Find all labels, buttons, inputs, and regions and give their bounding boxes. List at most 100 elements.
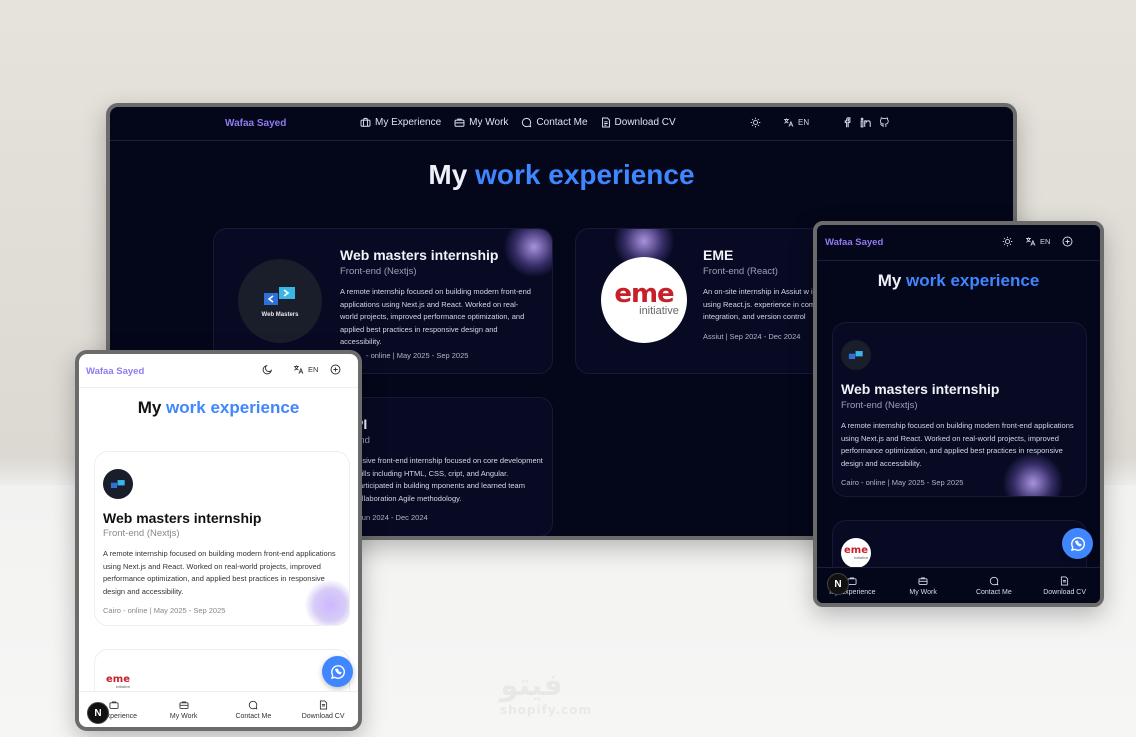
bottom-nav-label: My Work bbox=[169, 712, 198, 720]
bag-icon bbox=[454, 117, 465, 128]
top-navbar: Wafaa Sayed My Experience My Work Contac… bbox=[110, 107, 1013, 141]
github-icon[interactable] bbox=[879, 117, 890, 128]
nav-download-cv[interactable]: Download CV bbox=[601, 117, 676, 128]
whatsapp-button[interactable] bbox=[1062, 528, 1093, 559]
nav-my-work[interactable]: My Work bbox=[454, 117, 508, 128]
card-description: A remote internship focused on building … bbox=[103, 549, 336, 596]
title-lead: My bbox=[137, 398, 162, 417]
eme-logo: eme initiative bbox=[841, 538, 871, 568]
webmasters-logo-icon bbox=[110, 479, 125, 488]
nextjs-badge[interactable]: N bbox=[87, 702, 109, 724]
moon-icon[interactable] bbox=[262, 364, 273, 375]
brand-logo[interactable]: Wafaa Sayed bbox=[86, 366, 144, 377]
bottom-nav-label: Contact Me bbox=[235, 712, 272, 720]
bottom-navbar: My Experience My Work Contact Me Downloa… bbox=[79, 691, 358, 727]
sun-icon[interactable] bbox=[1002, 236, 1013, 247]
webmasters-logo-icon bbox=[848, 350, 863, 359]
card-role: Front-end (Nextjs) bbox=[841, 400, 918, 411]
card-role: Front-end (Nextjs) bbox=[340, 266, 417, 277]
linkedin-icon[interactable] bbox=[860, 117, 871, 128]
page-title: My work experience bbox=[79, 398, 358, 418]
bottom-nav-label: Contact Me bbox=[975, 588, 1012, 596]
card-description: A remote internship focused on building … bbox=[340, 287, 531, 346]
chat-icon bbox=[989, 576, 999, 586]
experience-card-iti[interactable]: PI end ensive front-end internship focus… bbox=[345, 397, 553, 536]
brand-logo[interactable]: Wafaa Sayed bbox=[225, 118, 286, 129]
bottom-nav-label: Download CV bbox=[1043, 588, 1087, 596]
phone-screen: Wafaa Sayed EN My work experience Web ma… bbox=[75, 350, 362, 731]
plus-circle-icon[interactable] bbox=[330, 364, 341, 375]
document-icon bbox=[1060, 576, 1069, 586]
experience-card-webmasters[interactable]: Web masters internship Front-end (Nextjs… bbox=[94, 451, 350, 626]
sun-icon[interactable] bbox=[750, 117, 761, 128]
card-meta: Cairo - online | May 2025 - Sep 2025 bbox=[841, 478, 964, 487]
page-title: My work experience bbox=[817, 271, 1100, 291]
card-title: Web masters internship bbox=[340, 247, 499, 263]
page-title: My work experience bbox=[110, 159, 1013, 191]
nextjs-badge[interactable]: N bbox=[827, 573, 849, 595]
whatsapp-icon bbox=[330, 664, 346, 680]
card-body: Web masters internship Front-end (Nextjs… bbox=[340, 247, 535, 349]
webmasters-logo-icon bbox=[264, 286, 295, 305]
nav-tools: EN bbox=[1002, 236, 1073, 247]
bottom-nav-download-cv[interactable]: Download CV bbox=[291, 700, 355, 720]
facebook-icon[interactable] bbox=[842, 117, 852, 128]
card-meta: | Jun 2024 - Dec 2024 bbox=[354, 513, 428, 522]
social-links bbox=[842, 117, 890, 128]
title-lead: My bbox=[877, 271, 902, 290]
brand-logo[interactable]: Wafaa Sayed bbox=[825, 237, 883, 248]
card-title: Web masters internship bbox=[103, 510, 262, 526]
eme-logo-text: eme bbox=[106, 674, 130, 685]
webmasters-logo: Web Masters bbox=[238, 259, 322, 343]
nav-label: My Work bbox=[469, 117, 509, 128]
nav-menu: My Experience My Work Contact Me Downloa… bbox=[360, 117, 676, 128]
bottom-nav-label: My Work bbox=[909, 588, 937, 596]
language-switcher[interactable]: EN bbox=[783, 117, 809, 128]
bottom-nav-download-cv[interactable]: Download CV bbox=[1033, 576, 1097, 596]
experience-card-webmasters[interactable]: Web masters internship Front-end (Nextjs… bbox=[832, 322, 1087, 497]
translate-icon bbox=[293, 364, 304, 375]
eme-logo-text: eme bbox=[614, 279, 674, 309]
language-switcher[interactable]: EN bbox=[293, 364, 318, 375]
nav-my-experience[interactable]: My Experience bbox=[360, 117, 441, 128]
nav-label: My Experience bbox=[375, 117, 442, 128]
webmasters-logo-text: Web Masters bbox=[261, 311, 299, 318]
bottom-navbar: My Experience My Work Contact Me Downloa… bbox=[817, 567, 1100, 603]
card-description: ensive front-end internship focused on c… bbox=[354, 456, 543, 503]
card-meta: Cairo - online | May 2025 - Sep 2025 bbox=[103, 606, 226, 615]
briefcase-icon bbox=[109, 700, 119, 710]
title-lead: My bbox=[428, 159, 468, 190]
eme-logo-subtext: initiative bbox=[639, 305, 679, 317]
eme-logo-subtext: initiative bbox=[115, 684, 131, 689]
card-role: Front-end (Nextjs) bbox=[103, 528, 180, 539]
translate-icon bbox=[1025, 236, 1036, 247]
plus-circle-icon[interactable] bbox=[1062, 236, 1073, 247]
title-accent: work experience bbox=[166, 398, 300, 417]
language-switcher[interactable]: EN bbox=[1025, 236, 1050, 247]
tablet-screen: Wafaa Sayed EN My work experience Web ma… bbox=[813, 221, 1104, 607]
card-role: end bbox=[354, 435, 544, 446]
top-navbar: Wafaa Sayed EN bbox=[817, 225, 1100, 261]
watermark-text: فيتو bbox=[500, 668, 563, 703]
bottom-nav-my-work[interactable]: My Work bbox=[152, 700, 216, 720]
bottom-nav-contact-me[interactable]: Contact Me bbox=[962, 576, 1026, 596]
card-body: Web masters internship Front-end (Nextjs… bbox=[841, 381, 1081, 487]
card-title: PI bbox=[354, 416, 544, 432]
chat-icon bbox=[521, 117, 532, 128]
title-accent: work experience bbox=[906, 271, 1040, 290]
card-body: PI end ensive front-end internship focus… bbox=[354, 416, 544, 522]
bottom-nav-contact-me[interactable]: Contact Me bbox=[221, 700, 285, 720]
whatsapp-button[interactable] bbox=[322, 656, 353, 687]
bottom-nav-my-work[interactable]: My Work bbox=[891, 576, 955, 596]
webmasters-logo bbox=[103, 469, 133, 499]
nav-contact-me[interactable]: Contact Me bbox=[521, 117, 588, 128]
nav-tools: EN bbox=[262, 364, 341, 375]
bag-icon bbox=[918, 576, 928, 586]
whatsapp-icon bbox=[1070, 536, 1086, 552]
nav-tools: EN bbox=[750, 117, 809, 128]
language-label: EN bbox=[1040, 237, 1051, 246]
bag-icon bbox=[179, 700, 189, 710]
eme-logo: eme initiative bbox=[601, 257, 687, 343]
title-accent: work experience bbox=[475, 159, 695, 190]
eme-logo-subtext: initiative bbox=[853, 555, 869, 560]
